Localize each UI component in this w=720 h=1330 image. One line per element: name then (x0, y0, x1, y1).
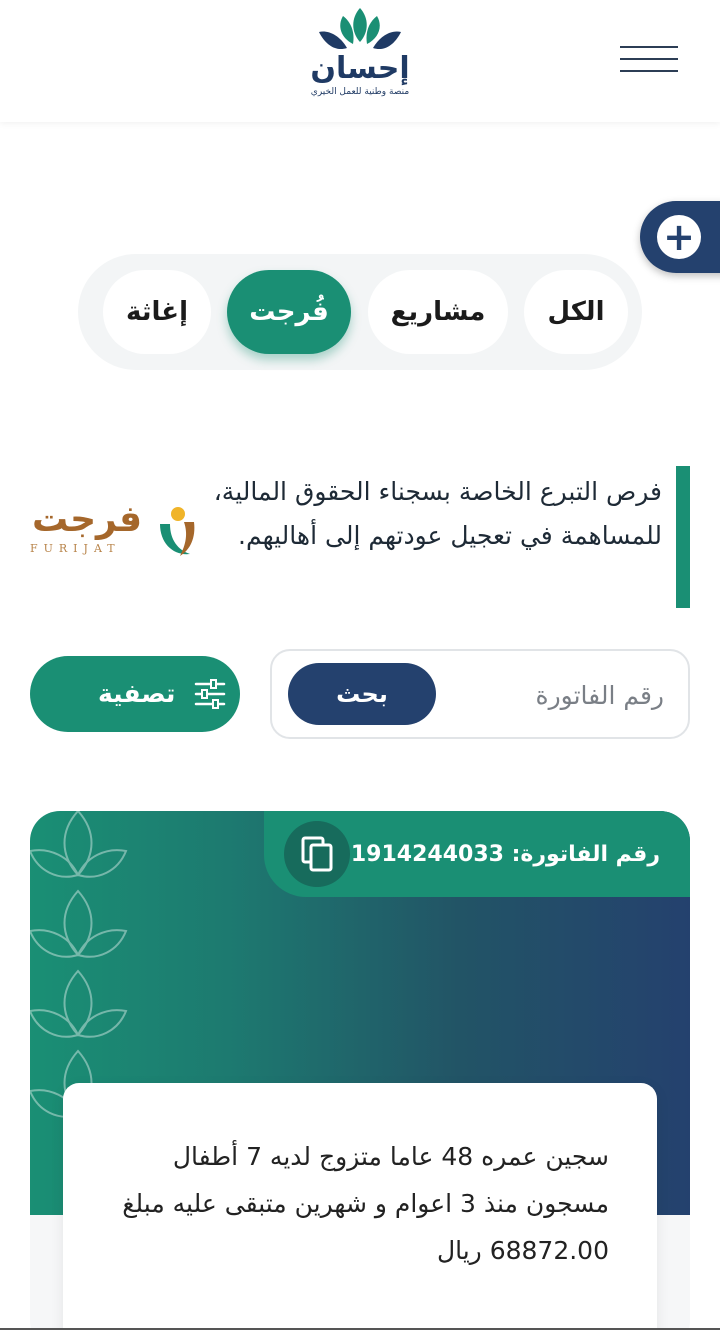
furijat-logo-word: فرجت (32, 499, 143, 540)
invoice-search-input[interactable] (464, 673, 664, 717)
tab-all[interactable]: الكل (524, 270, 628, 354)
furijat-logo-sub: FURIJAT (30, 542, 121, 555)
invoice-label-row: رقم الفاتورة: 1914244033 (351, 839, 660, 871)
invoice-card[interactable]: رقم الفاتورة: 1914244033 سجين عمره 48 عا… (30, 811, 690, 1330)
app-header: إحسان منصة وطنية للعمل الخيري (0, 0, 720, 122)
invoice-number: 1914244033 (350, 842, 504, 867)
search-button[interactable]: بحث (288, 663, 436, 725)
intro-text: فرص التبرع الخاصة بسجناء الحقوق المالية،… (213, 477, 662, 550)
furijat-mark-icon (160, 507, 195, 556)
tab-relief[interactable]: إغاثة (103, 270, 211, 354)
intro-section: فرص التبرع الخاصة بسجناء الحقوق المالية،… (200, 466, 690, 608)
furijat-logo: فرجت FURIJAT (30, 498, 200, 564)
copy-icon (301, 836, 333, 872)
intro-accent-bar (676, 466, 690, 608)
leaves-icon (319, 8, 401, 50)
invoice-label: رقم الفاتورة: (511, 842, 660, 867)
invoice-header: رقم الفاتورة: 1914244033 (264, 811, 690, 897)
search-box: بحث (270, 649, 690, 739)
filter-label: تصفية (98, 679, 176, 708)
filter-button[interactable]: تصفية (30, 656, 240, 732)
tab-projects[interactable]: مشاريع (368, 270, 508, 354)
hamburger-icon[interactable] (620, 46, 678, 78)
description-box: سجين عمره 48 عاما متزوج لديه 7 أطفال مسج… (63, 1083, 657, 1330)
ehsan-logo[interactable]: إحسان منصة وطنية للعمل الخيري (300, 6, 420, 116)
case-description: سجين عمره 48 عاما متزوج لديه 7 أطفال مسج… (122, 1142, 609, 1265)
add-button[interactable]: + (640, 201, 720, 273)
logo-name: إحسان (310, 51, 410, 86)
sliders-icon (194, 679, 226, 709)
plus-icon: + (657, 215, 701, 259)
logo-tagline: منصة وطنية للعمل الخيري (310, 87, 410, 97)
category-tabs: الكل مشاريع فُرجت إغاثة (78, 254, 642, 370)
copy-button[interactable] (284, 821, 350, 887)
tab-furijat[interactable]: فُرجت (227, 270, 351, 354)
